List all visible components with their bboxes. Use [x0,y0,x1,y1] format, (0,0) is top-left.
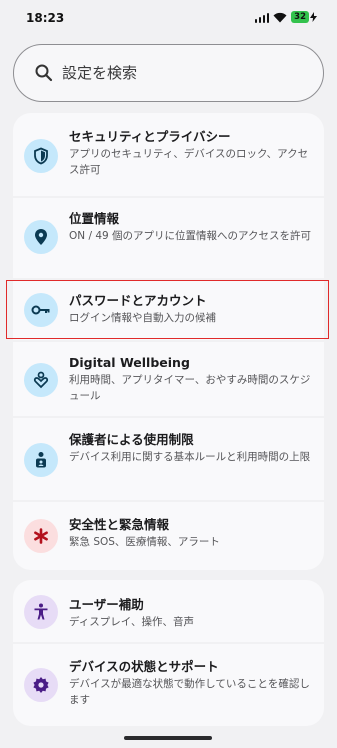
settings-item-title: デバイスの状態とサポート [69,659,219,674]
settings-item-icon [24,595,58,629]
battery-level: 32 [291,11,309,23]
settings-item-icon [24,519,58,553]
home-indicator[interactable] [124,736,212,740]
settings-item-icon [24,220,58,254]
search-bar[interactable] [13,44,324,102]
settings-item-parental-controls[interactable]: 保護者による使用制限 デバイス利用に関する基本ルールと利用時間の上限 [13,418,324,500]
settings-item-subtitle: 利用時間、アプリタイマー、おやすみ時間のスケジュール [69,374,311,402]
shield-icon [34,147,48,165]
settings-item-device-health[interactable]: デバイスの状態とサポート デバイスが最適な状態で動作していることを確認します [13,644,324,726]
settings-item-subtitle: アプリのセキュリティ、デバイスのロック、アクセス許可 [69,148,309,176]
settings-item-subtitle: ディスプレイ、操作、音声 [69,616,195,628]
parental-controls-icon [36,452,46,468]
search-icon [35,64,53,82]
signal-icon [254,12,270,23]
settings-item-title: Digital Wellbeing [69,355,190,370]
settings-group-main: セキュリティとプライバシー アプリのセキュリティ、デバイスのロック、アクセス許可… [13,113,324,570]
settings-item-title: ユーザー補助 [69,597,144,612]
settings-item-digital-wellbeing[interactable]: Digital Wellbeing 利用時間、アプリタイマー、おやすみ時間のスケ… [13,342,324,416]
settings-item-subtitle: 緊急 SOS、医療情報、アラート [69,536,220,548]
settings-item-icon [24,668,58,702]
emergency-asterisk-icon [34,528,48,544]
settings-item-accessibility[interactable]: ユーザー補助 ディスプレイ、操作、音声 [13,580,324,642]
settings-item-subtitle: デバイス利用に関する基本ルールと利用時間の上限 [69,451,311,463]
wifi-icon [273,12,287,22]
selection-highlight [6,280,329,339]
settings-item-security-privacy[interactable]: セキュリティとプライバシー アプリのセキュリティ、デバイスのロック、アクセス許可 [13,113,324,196]
settings-item-title: セキュリティとプライバシー [69,129,231,144]
status-time: 18:23 [26,11,65,25]
settings-item-title: 安全性と緊急情報 [69,517,170,532]
charging-bolt-icon [310,12,317,22]
wellbeing-icon [33,371,49,389]
settings-item-subtitle: デバイスが最適な状態で動作していることを確認します [69,678,310,706]
status-bar: 18:23 32 [0,0,337,38]
search-input[interactable] [62,64,302,82]
settings-item-title: 保護者による使用制限 [69,432,194,447]
settings-item-title: 位置情報 [69,211,120,226]
settings-item-safety-emergency[interactable]: 安全性と緊急情報 緊急 SOS、医療情報、アラート [13,502,324,570]
status-icons: 32 [254,11,317,23]
settings-item-icon [24,363,58,397]
battery-icon: 32 [291,11,317,23]
device-health-icon [33,677,49,693]
location-pin-icon [35,229,47,245]
settings-item-icon [24,139,58,173]
settings-item-icon [24,443,58,477]
settings-group-secondary: ユーザー補助 ディスプレイ、操作、音声 デバイスの状態とサポート デバイスが最適… [13,580,324,726]
accessibility-icon [34,603,48,620]
settings-item-location[interactable]: 位置情報 ON / 49 個のアプリに位置情報へのアクセスを許可 [13,198,324,278]
settings-item-subtitle: ON / 49 個のアプリに位置情報へのアクセスを許可 [69,230,312,242]
